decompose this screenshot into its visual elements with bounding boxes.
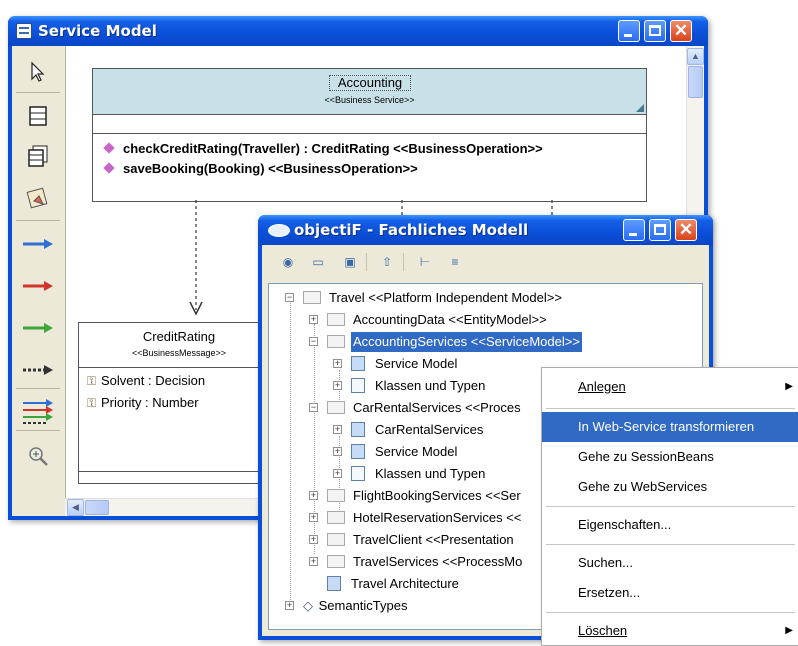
menu-item-gehe-zu-sessionbeans[interactable]: Gehe zu SessionBeans <box>542 442 798 472</box>
scroll-thumb[interactable] <box>688 66 703 98</box>
attribute-icon: ⚿ <box>87 374 97 388</box>
folder-icon <box>327 511 345 524</box>
window-icon[interactable]: ▣ <box>342 255 358 269</box>
document-icon <box>351 378 365 393</box>
menu-item-gehe-zu-webservices[interactable]: Gehe zu WebServices <box>542 472 798 502</box>
tree-node-service-model[interactable]: + Service Model <box>333 442 459 462</box>
tree-node-travel-architecture[interactable]: Travel Architecture <box>327 574 461 594</box>
attribute-row[interactable]: ⚿ Solvent : Decision <box>87 373 205 389</box>
tree-node-klassen-und-typen[interactable]: + Klassen und Typen <box>333 464 487 484</box>
diagram-file-icon <box>351 356 365 371</box>
diagram-file-icon <box>351 444 365 459</box>
window-app-icon <box>16 23 32 39</box>
context-menu: Anlegen ▶ In Web-Service transformieren … <box>541 367 798 646</box>
class-stereotype: <<BusinessMessage>> <box>131 348 227 358</box>
submenu-arrow-icon: ▶ <box>785 625 793 636</box>
maximize-button[interactable] <box>644 20 666 42</box>
folder-icon <box>327 401 345 414</box>
menu-item-suchen[interactable]: Suchen... <box>542 548 798 578</box>
scroll-thumb[interactable] <box>85 500 109 515</box>
tree-node-carrentalservices[interactable]: − CarRentalServices <<Proces <box>309 398 523 418</box>
folder-icon <box>327 335 345 348</box>
menu-item-anlegen[interactable]: Anlegen ▶ <box>542 372 798 402</box>
toolbar: ◉ ▭ ▣ ⇧ ⊢ ≡ <box>262 245 709 279</box>
architecture-icon <box>327 576 341 591</box>
window-title: objectiF - Fachliches Modell <box>294 221 529 239</box>
tree-node-accountingservices[interactable]: − AccountingServices <<ServiceModel>> <box>309 332 582 352</box>
tree-node-flightbookingservices[interactable]: + FlightBookingServices <<Ser <box>309 486 523 506</box>
menu-item-eigenschaften[interactable]: Eigenschaften... <box>542 510 798 540</box>
tree-node-hotelreservationservices[interactable]: + HotelReservationServices << <box>309 508 523 528</box>
tree-node-travelclient[interactable]: + TravelClient <<Presentation <box>309 530 516 550</box>
component-icon <box>351 422 365 437</box>
attribute-row[interactable]: ⚿ Priority : Number <box>87 395 199 411</box>
credit-rating-class[interactable]: CreditRating <<BusinessMessage>> ⚿ Solven… <box>78 322 280 484</box>
scroll-up-icon[interactable]: ▲ <box>687 48 704 65</box>
submenu-arrow-icon: ▶ <box>785 381 793 392</box>
close-button[interactable]: ✕ <box>675 219 697 241</box>
minimize-button[interactable] <box>623 219 645 241</box>
tree-node-travelservices[interactable]: + TravelServices <<ProcessMo <box>309 552 524 572</box>
up-level-icon[interactable]: ⇧ <box>379 255 395 269</box>
folder-icon <box>327 313 345 326</box>
class-name: CreditRating <box>142 329 216 344</box>
tree-node-semantictypes[interactable]: + ◇ SemanticTypes <box>285 596 409 616</box>
service-model-title-bar[interactable]: Service Model ✕ <box>8 16 708 46</box>
menu-item-loeschen[interactable]: Löschen ▶ <box>542 616 798 646</box>
folder-icon <box>327 533 345 546</box>
objectif-title-bar[interactable]: objectiF - Fachliches Modell ✕ <box>258 215 713 245</box>
tree-node-carrentalservices-child[interactable]: + CarRentalServices <box>333 420 485 440</box>
document-icon <box>351 466 365 481</box>
attribute-icon: ⚿ <box>87 396 97 410</box>
browse-icon[interactable]: ◉ <box>280 255 296 269</box>
types-icon: ◇ <box>303 598 317 613</box>
folder-icon <box>327 489 345 502</box>
tree-node-travel[interactable]: − Travel <<Platform Independent Model>> <box>285 288 564 308</box>
diagram-icon[interactable]: ▭ <box>310 255 326 269</box>
hierarchy-icon[interactable]: ⊢ <box>417 255 433 269</box>
scroll-left-icon[interactable]: ◀ <box>67 499 84 516</box>
folder-icon <box>303 291 321 304</box>
minimize-button[interactable] <box>618 20 640 42</box>
menu-item-ersetzen[interactable]: Ersetzen... <box>542 578 798 608</box>
folder-icon <box>327 555 345 568</box>
maximize-button[interactable] <box>649 219 671 241</box>
menu-item-web-service-transform[interactable]: In Web-Service transformieren <box>542 412 798 442</box>
close-icon: ✕ <box>673 21 689 40</box>
list-icon[interactable]: ≡ <box>447 255 463 269</box>
close-button[interactable]: ✕ <box>670 20 692 42</box>
tree-node-accountingdata[interactable]: + AccountingData <<EntityModel>> <box>309 310 549 330</box>
objectif-app-icon <box>268 224 290 237</box>
tree-node-service-model[interactable]: + Service Model <box>333 354 459 374</box>
tree-node-klassen-und-typen[interactable]: + Klassen und Typen <box>333 376 487 396</box>
close-icon: ✕ <box>678 220 694 239</box>
window-title: Service Model <box>38 22 157 40</box>
